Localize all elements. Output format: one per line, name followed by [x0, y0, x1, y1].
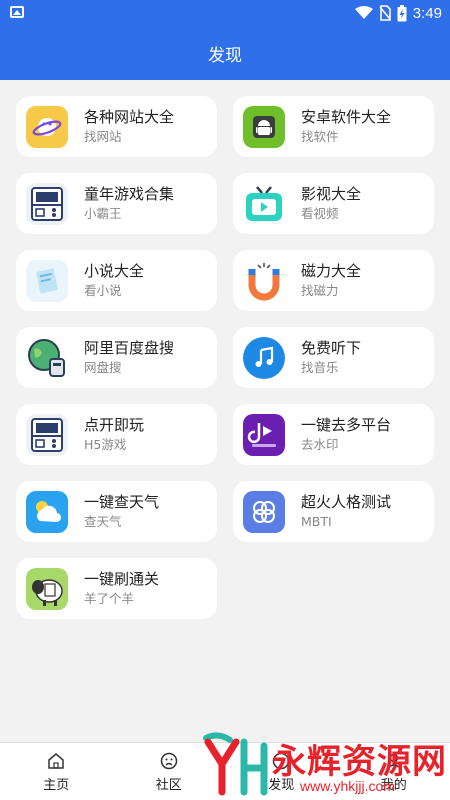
card-weather[interactable]: 一键查天气 查天气 — [16, 481, 217, 542]
wifi-icon — [354, 6, 373, 19]
bottom-tab-bar: 主页 社区 发现 我的 — [0, 742, 450, 800]
card-subtitle: 看小说 — [84, 283, 122, 298]
tab-mine[interactable]: 我的 — [338, 743, 450, 800]
handheld-console-icon — [26, 182, 68, 225]
book-icon — [26, 259, 68, 302]
card-one-click-clear[interactable]: 一键刷通关 羊了个羊 — [16, 558, 217, 619]
card-subtitle: 小霸王 — [84, 206, 122, 221]
tab-discover[interactable]: 发现 — [225, 743, 338, 800]
card-subtitle: 网盘搜 — [84, 360, 122, 375]
tab-label: 发现 — [268, 777, 295, 793]
android-icon — [243, 105, 285, 148]
card-title: 点开即玩 — [84, 416, 145, 434]
planet-icon — [26, 105, 68, 148]
clover-icon — [243, 490, 285, 533]
home-icon — [48, 752, 64, 769]
card-cloud-search[interactable]: 阿里百度盘搜 网盘搜 — [16, 327, 217, 388]
card-websites[interactable]: 各种网站大全 找网站 — [16, 96, 217, 157]
no-sim-icon — [379, 5, 391, 21]
weather-icon — [26, 490, 68, 533]
card-title: 影视大全 — [301, 185, 362, 203]
card-magnet[interactable]: 磁力大全 找磁力 — [233, 250, 434, 311]
card-remove-watermark[interactable]: 一键去多平台 去水印 — [233, 404, 434, 465]
image-notification-icon — [10, 6, 24, 18]
face-icon — [160, 752, 177, 769]
card-retro-games[interactable]: 童年游戏合集 小霸王 — [16, 173, 217, 234]
card-free-music[interactable]: 免费听下 找音乐 — [233, 327, 434, 388]
card-novels[interactable]: 小说大全 看小说 — [16, 250, 217, 311]
handheld-console-icon — [26, 413, 68, 456]
card-subtitle: 找音乐 — [301, 360, 339, 375]
tv-icon — [243, 183, 285, 225]
card-subtitle: 看视频 — [301, 206, 339, 221]
status-bar: 3:49 — [0, 0, 450, 26]
cloud-drive-icon — [26, 337, 68, 379]
card-title: 小说大全 — [84, 262, 145, 280]
page-title: 发现 — [208, 45, 242, 66]
tab-home[interactable]: 主页 — [0, 743, 113, 800]
card-personality-test[interactable]: 超火人格测试 MBTI — [233, 481, 434, 542]
card-title: 各种网站大全 — [84, 108, 175, 126]
tab-label: 社区 — [155, 777, 182, 793]
card-title: 一键去多平台 — [301, 416, 392, 434]
music-note-icon — [243, 336, 285, 379]
card-title: 安卓软件大全 — [301, 108, 392, 126]
card-title: 一键刷通关 — [84, 570, 160, 588]
card-subtitle: 找磁力 — [301, 283, 339, 298]
compass-icon — [273, 752, 290, 769]
status-icons: 3:49 — [354, 3, 442, 23]
discover-grid: 各种网站大全 找网站 安卓软件大全 找软件 童年游戏合集 小霸王 影视大全 看视… — [16, 96, 434, 619]
status-time: 3:49 — [412, 4, 442, 22]
sheep-game-icon — [26, 567, 68, 610]
tab-label: 主页 — [43, 777, 70, 793]
magnet-icon — [243, 260, 285, 302]
app-header: 发现 — [0, 26, 450, 80]
card-subtitle: 羊了个羊 — [84, 591, 135, 606]
battery-charging-icon — [397, 4, 407, 21]
card-title: 童年游戏合集 — [84, 185, 175, 203]
user-icon — [386, 753, 402, 770]
card-subtitle: 找软件 — [301, 129, 339, 144]
card-title: 阿里百度盘搜 — [84, 339, 175, 357]
card-title: 免费听下 — [301, 339, 362, 357]
card-title: 磁力大全 — [301, 262, 362, 280]
card-subtitle: 找网站 — [84, 129, 122, 144]
watermark-remove-icon — [243, 413, 285, 456]
tab-community[interactable]: 社区 — [113, 743, 226, 800]
card-subtitle: 查天气 — [84, 514, 122, 529]
card-h5-games[interactable]: 点开即玩 H5游戏 — [16, 404, 217, 465]
tab-label: 我的 — [380, 777, 407, 793]
card-subtitle: MBTI — [301, 514, 332, 529]
card-title: 超火人格测试 — [301, 493, 392, 511]
card-subtitle: H5游戏 — [84, 437, 127, 452]
card-title: 一键查天气 — [84, 493, 160, 511]
card-android-apps[interactable]: 安卓软件大全 找软件 — [233, 96, 434, 157]
card-subtitle: 去水印 — [301, 437, 339, 452]
card-movies[interactable]: 影视大全 看视频 — [233, 173, 434, 234]
